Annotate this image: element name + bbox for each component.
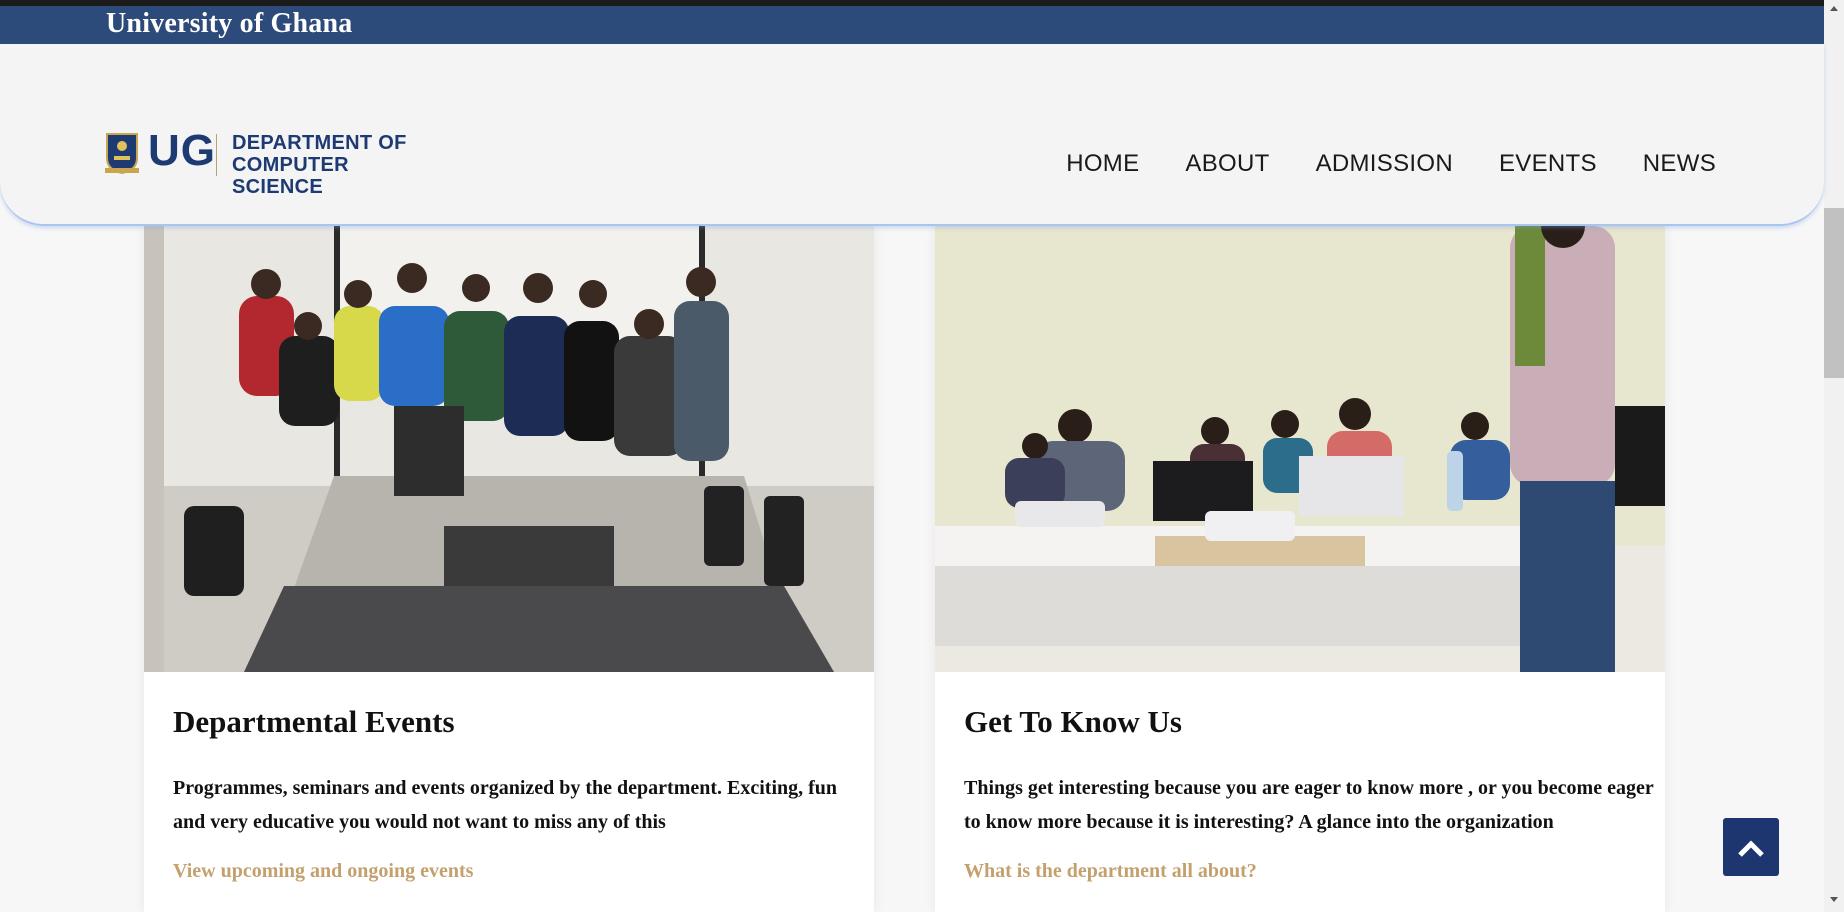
logo-divider xyxy=(216,134,217,176)
nav-news[interactable]: NEWS xyxy=(1643,150,1716,178)
nav-admission[interactable]: ADMISSION xyxy=(1316,150,1453,178)
card-description: Things get interesting because you are e… xyxy=(964,777,1654,833)
classroom-photo xyxy=(935,226,1665,672)
university-crest-icon xyxy=(105,133,139,174)
scroll-down-arrow-icon[interactable] xyxy=(1830,897,1838,902)
brand-name: DEPARTMENT OF COMPUTER SCIENCE xyxy=(232,132,445,198)
view-events-link[interactable]: View upcoming and ongoing events xyxy=(173,860,473,883)
nav-events[interactable]: EVENTS xyxy=(1499,150,1597,178)
nav-home[interactable]: HOME xyxy=(1066,150,1139,178)
main-nav: HOME ABOUT ADMISSION EVENTS NEWS xyxy=(1066,150,1716,178)
page-scrollbar[interactable] xyxy=(1824,0,1844,912)
department-logo[interactable]: UG DEPARTMENT OF COMPUTER SCIENCE xyxy=(105,126,445,198)
card-get-to-know-us: Get To Know Us Things get interesting be… xyxy=(935,226,1665,912)
university-bar: University of Ghana xyxy=(0,6,1824,44)
about-department-link[interactable]: What is the department all about? xyxy=(964,860,1257,883)
card-departmental-events: Departmental Events Programmes, seminars… xyxy=(144,226,874,912)
scrollbar-thumb[interactable] xyxy=(1824,208,1844,378)
chevron-up-icon xyxy=(1738,840,1764,857)
brand-short: UG xyxy=(148,126,216,175)
site-header: UG DEPARTMENT OF COMPUTER SCIENCE HOME A… xyxy=(0,44,1824,226)
brand-line-1: DEPARTMENT OF xyxy=(232,132,407,154)
scroll-up-arrow-icon[interactable] xyxy=(1830,6,1838,11)
card-title: Get To Know Us xyxy=(964,704,1182,739)
brand-line-2: COMPUTER SCIENCE xyxy=(232,154,349,198)
nav-about[interactable]: ABOUT xyxy=(1185,150,1269,178)
card-description: Programmes, seminars and events organize… xyxy=(173,777,838,833)
university-title[interactable]: University of Ghana xyxy=(106,8,352,40)
back-to-top-button[interactable] xyxy=(1723,818,1779,876)
events-photo xyxy=(144,226,874,672)
card-title: Departmental Events xyxy=(173,704,455,739)
